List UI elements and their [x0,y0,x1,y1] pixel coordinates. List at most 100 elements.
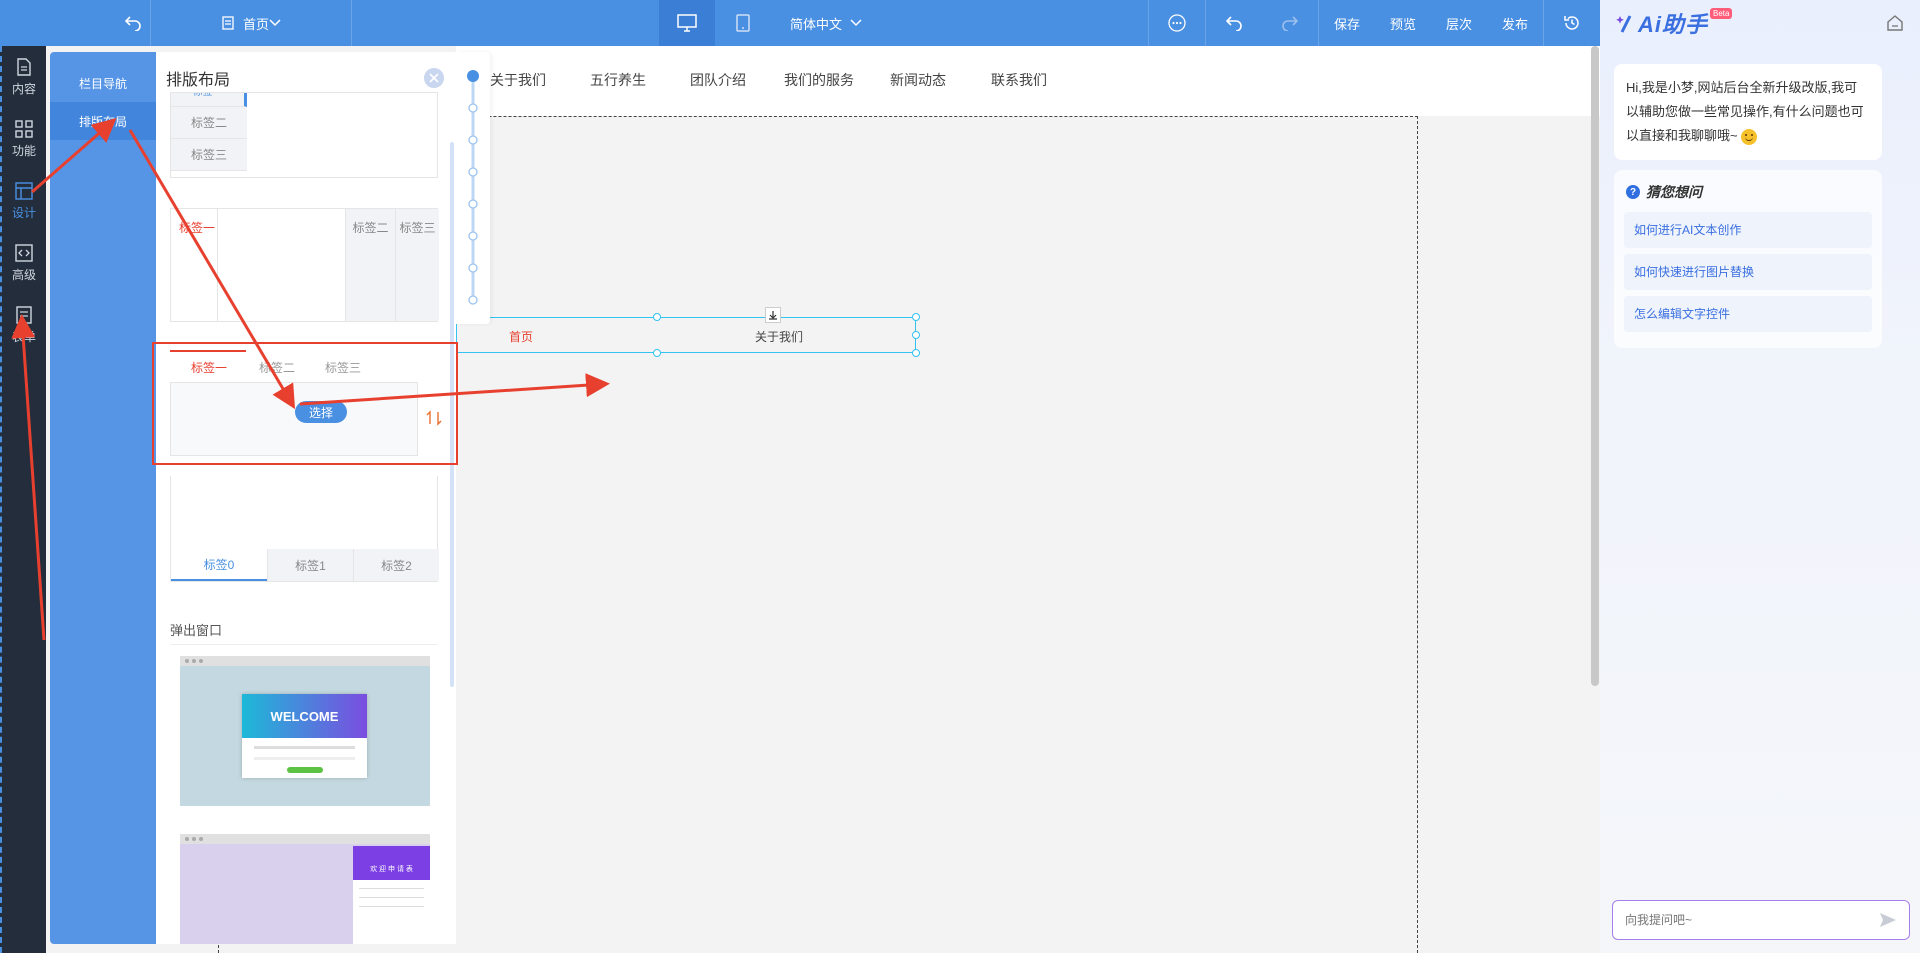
question-icon: ? [1626,185,1640,199]
page-icon [222,16,234,30]
language-value: 简体中文 [789,16,842,32]
desktop-icon [677,14,697,32]
vtab-item: 标签二 [171,107,247,139]
ai-greeting-message: Hi,我是小梦,网站后台全新升级改版,我可以辅助您做一些常见操作,有什么问题也可… [1614,64,1882,160]
canvas-scrollbar[interactable] [1591,46,1599,686]
mobile-view-button[interactable] [715,0,771,46]
ai-title: Ai助手 [1638,12,1709,37]
top-toolbar: 首页 简体中文 保存 预览 层次 发布 [0,0,1600,46]
guess-title: 猜您想问 [1646,184,1702,200]
ai-header: Ai助手 Beta [1600,0,1920,46]
history-button[interactable] [1544,0,1600,46]
preview-button[interactable]: 预览 [1375,0,1431,46]
iconbar-label: 功能 [11,143,36,158]
vtab-item: 标签一 [171,93,247,107]
redo-icon [1282,16,1299,31]
iconbar-label: 设计 [11,205,36,220]
vertical-slider[interactable] [456,52,490,324]
history-icon [1564,16,1579,30]
resize-handle[interactable] [653,313,661,321]
save-button[interactable]: 保存 [1319,0,1375,46]
send-icon[interactable] [1879,912,1897,928]
widget-side-tabs[interactable]: 标签一 标签二 标签三 [170,208,439,322]
form-icon [16,305,32,324]
panel-title: 排版布局 [166,72,231,89]
iconbar-item-content[interactable]: 内容 [2,46,46,108]
iconbar-item-function[interactable]: 功能 [2,108,46,170]
site-nav-item[interactable]: 新闻动态 [890,70,946,90]
iconbar-item-advanced[interactable]: 高级 [2,232,46,294]
back-arrow-icon [124,16,141,31]
popup2-title: 欢 迎 申 请 表 [353,846,430,880]
more-button[interactable] [1149,0,1205,46]
popup-template-welcome[interactable]: WELCOME [180,656,430,806]
left-icon-bar: 内容 功能 设计 高级 表单 [0,46,46,953]
design-subnav: 栏目导航 排版布局 [50,52,156,944]
ai-chat-input-box [1612,900,1910,940]
mobile-icon [736,14,750,32]
site-nav-item[interactable]: 关于我们 [490,70,546,90]
ai-chat-input[interactable] [1625,913,1855,927]
popup-template-form[interactable]: 欢 迎 申 请 表 [180,834,430,944]
stab-item: 标签二 [345,209,395,321]
resize-handle[interactable] [912,349,920,357]
welcome-title: WELCOME [242,694,367,738]
selected-tab-about[interactable]: 关于我们 [755,328,803,345]
resize-handle[interactable] [912,313,920,321]
layout-widget-panel: 排版布局 标签一 标签二 标签三 标签一 标签二 标签三 标签一 标签二 标签三… [156,52,456,944]
desktop-view-button[interactable] [659,0,715,46]
download-handle[interactable] [765,307,781,323]
code-box-icon [15,243,33,262]
resize-handle[interactable] [912,331,920,339]
close-icon [429,73,439,83]
btab-item: 标签2 [353,549,439,581]
subnav-item-column-nav[interactable]: 栏目导航 [50,64,156,102]
layers-button[interactable]: 层次 [1431,0,1487,46]
site-nav-bar: 关于我们 五行养生 团队介绍 我们的服务 新闻动态 联系我们 [456,46,1600,116]
iconbar-label: 内容 [11,81,36,96]
selected-tab-element[interactable]: 首页 关于我们 [456,307,920,357]
btab-item: 标签1 [267,549,353,581]
language-select[interactable]: 简体中文 [771,0,881,46]
popup-section-title: 弹出窗口 [170,623,223,638]
site-nav-item[interactable]: 我们的服务 [784,70,854,90]
iconbar-label: 表单 [11,329,36,344]
iconbar-item-form[interactable]: 表单 [2,294,46,356]
home-icon[interactable] [1886,14,1904,32]
iconbar-item-design[interactable]: 设计 [2,170,46,232]
resize-handle[interactable] [653,349,661,357]
iconbar-label: 高级 [11,267,36,282]
annotation-highlight-box [152,342,458,465]
ai-assistant-panel: Ai助手 Beta Hi,我是小梦,网站后台全新升级改版,我可以辅助您做一些常见… [1600,0,1920,953]
publish-button[interactable]: 发布 [1487,0,1543,46]
grid-icon [15,119,33,138]
redo-button[interactable] [1262,0,1318,46]
undo-icon [1225,16,1242,31]
site-nav-item[interactable]: 联系我们 [991,70,1047,90]
ai-suggested-questions: ? 猜您想问 如何进行AI文本创作 如何快速进行图片替换 怎么编辑文字控件 [1614,170,1882,348]
chevron-down-icon [850,19,862,27]
document-icon [17,57,31,76]
undo-button[interactable] [1206,0,1262,46]
ai-sparkle-icon [1616,15,1632,33]
suggested-question[interactable]: 如何进行AI文本创作 [1624,212,1872,248]
btab-item: 标签0 [171,549,267,581]
ai-beta-badge: Beta [1710,7,1733,19]
stab-item: 标签三 [395,209,439,321]
slider-track-icon [467,70,479,305]
suggested-question[interactable]: 如何快速进行图片替换 [1624,254,1872,290]
chevron-down-icon [269,19,281,27]
widget-vertical-tabs[interactable]: 标签一 标签二 标签三 [170,92,438,178]
stab-item: 标签一 [179,221,216,235]
layout-icon [15,181,33,200]
suggested-question[interactable]: 怎么编辑文字控件 [1624,296,1872,332]
site-nav-item[interactable]: 团队介绍 [690,70,746,90]
panel-close-button[interactable] [424,68,444,88]
site-nav-item[interactable]: 五行养生 [590,70,646,90]
subnav-item-layout[interactable]: 排版布局 [50,102,156,140]
page-select-value: 首页 [242,16,269,32]
page-select[interactable]: 首页 [151,0,351,46]
selected-tab-home[interactable]: 首页 [509,328,533,345]
widget-bottom-tabs[interactable]: 标签0 标签1 标签2 [170,476,439,582]
back-button[interactable] [0,0,150,46]
